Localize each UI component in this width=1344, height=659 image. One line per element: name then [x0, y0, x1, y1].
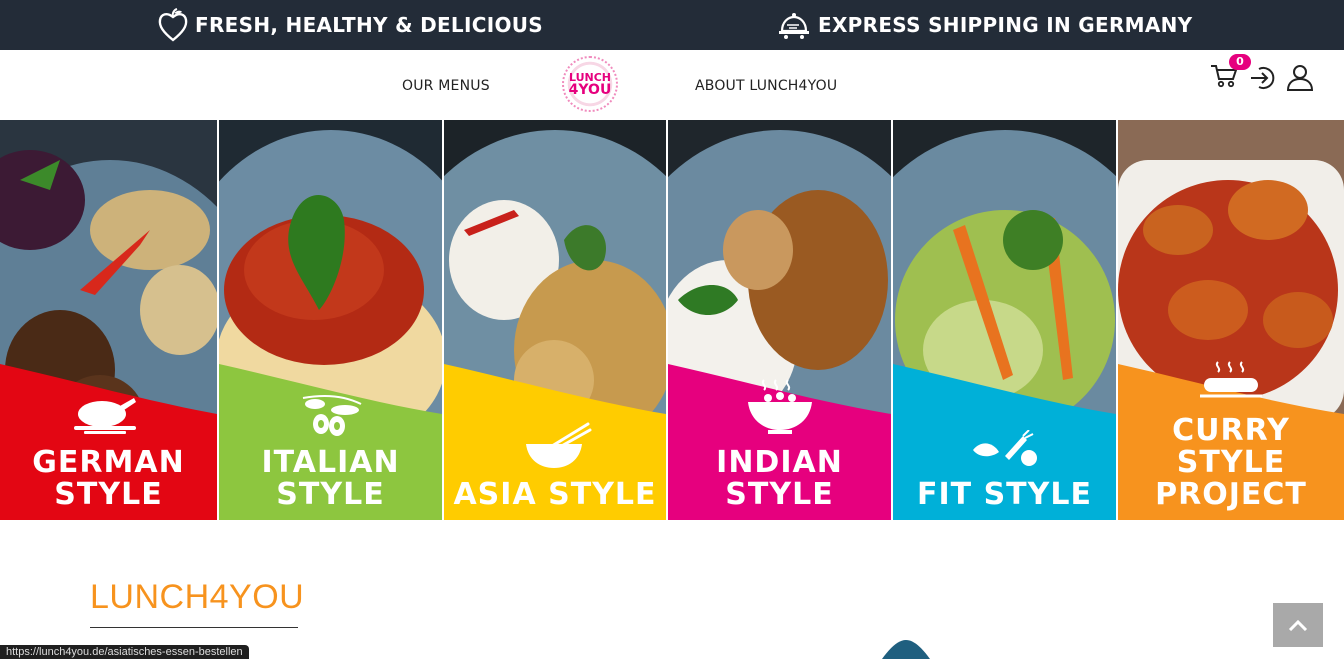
nav-our-menus[interactable]: OUR MENUS	[402, 78, 490, 94]
promo-shipping-text: EXPRESS SHIPPING IN GERMANY	[818, 13, 1193, 37]
main-header: OUR MENUS LUNCH 4YOU ABOUT LUNCH4YOU 0	[0, 50, 1344, 120]
tile-indian-line1: INDIAN	[716, 445, 843, 480]
tile-german-style[interactable]: GERMAN STYLE	[0, 120, 217, 520]
top-promo-bar: FRESH, HEALTHY & DELICIOUS EXPRESS SHIPP…	[0, 0, 1344, 50]
user-icon[interactable]	[1286, 63, 1314, 91]
tile-curry-line1: CURRY	[1172, 413, 1290, 448]
scroll-to-top-button[interactable]	[1273, 603, 1323, 647]
tile-german-line1: GERMAN	[32, 445, 185, 480]
promo-fresh: FRESH, HEALTHY & DELICIOUS	[157, 0, 543, 50]
tile-fit-style[interactable]: FIT STYLE	[893, 120, 1116, 520]
sausage-grill-icon	[1200, 361, 1262, 398]
olives-icon	[302, 395, 362, 436]
title-underline	[90, 627, 298, 628]
roast-chicken-icon	[74, 398, 136, 434]
tile-italian-line1: ITALIAN	[261, 445, 400, 480]
browser-status-url: https://lunch4you.de/asiatisches-essen-b…	[0, 645, 249, 659]
decorative-shape	[882, 640, 930, 659]
nav-about[interactable]: ABOUT LUNCH4YOU	[695, 78, 837, 94]
login-icon[interactable]	[1249, 64, 1277, 92]
promo-shipping: EXPRESS SHIPPING IN GERMANY	[776, 0, 1192, 50]
apple-heart-icon	[158, 8, 188, 42]
tile-asia-line2: ASIA STYLE	[453, 477, 657, 512]
curry-bowl-icon	[748, 379, 812, 434]
lunch4you-logo[interactable]: LUNCH 4YOU	[562, 56, 618, 112]
delivery-cloche-icon	[779, 13, 809, 39]
tile-italian-line2: STYLE	[276, 477, 385, 512]
tile-german-line2: STYLE	[54, 477, 163, 512]
vegetables-icon	[973, 430, 1037, 466]
promo-fresh-text: FRESH, HEALTHY & DELICIOUS	[195, 13, 543, 37]
tile-curry-style-project[interactable]: CURRY STYLE PROJECT	[1118, 120, 1344, 520]
logo-line-2: 4YOU	[568, 82, 612, 98]
bowl-chopsticks-icon	[526, 422, 592, 468]
section-title: LUNCH4YOU	[90, 578, 305, 616]
tile-curry-line2: STYLE	[1176, 445, 1286, 480]
tile-curry-line3: PROJECT	[1155, 477, 1307, 512]
chevron-up-icon	[1288, 619, 1308, 631]
tile-fit-line2: FIT STYLE	[917, 477, 1092, 512]
tile-italian-style[interactable]: ITALIAN STYLE	[219, 120, 442, 520]
tile-indian-style[interactable]: INDIAN STYLE	[668, 120, 891, 520]
tile-indian-line2: STYLE	[725, 477, 834, 512]
cart-count-badge: 0	[1229, 54, 1251, 70]
tile-asia-style[interactable]: ASIA STYLE	[444, 120, 666, 520]
menu-category-tiles: GERMAN STYLE ITALIAN STYLE ASIA STYLE IN…	[0, 120, 1344, 520]
